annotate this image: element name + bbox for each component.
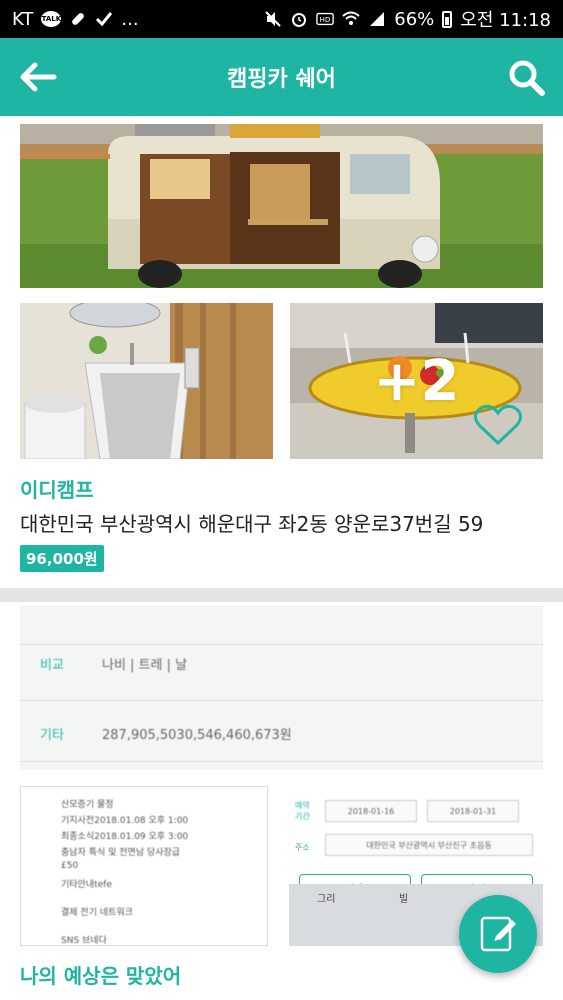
status-bar: KT TALK ... HD 66% 오전 11:18 bbox=[0, 0, 563, 38]
listing-photo-document[interactable]: 비교 나비 | 트레 | 날 기타 287,905,5030,546,460,6… bbox=[20, 606, 543, 770]
heart-outline-icon bbox=[474, 404, 522, 446]
alarm-icon bbox=[290, 10, 308, 28]
doc-label: 비교 bbox=[40, 658, 64, 673]
mute-icon bbox=[264, 10, 282, 28]
arrow-left-icon bbox=[20, 62, 57, 92]
listing-feed[interactable]: +2 이디캠프 대한민국 부산광역시 해운대구 좌2동 양운로37번길 59 9… bbox=[0, 116, 563, 1000]
form-date-from: 2018-01-16 bbox=[325, 800, 417, 822]
doc-line: 최종소식2018.01.09 오후 3:00 bbox=[61, 832, 189, 842]
doc-divider bbox=[20, 700, 543, 701]
talk-icon: TALK bbox=[41, 11, 62, 27]
card-divider bbox=[0, 588, 563, 602]
form-address-value: 대한민국 부산광역시 부산진구 초읍동 bbox=[325, 834, 533, 856]
battery-percent: 66% bbox=[394, 8, 435, 30]
form-date-label: 예약 기간 bbox=[295, 801, 310, 821]
listing-photo-table[interactable]: +2 bbox=[290, 303, 543, 459]
favorite-button[interactable] bbox=[473, 403, 523, 447]
listing-photo-bathroom[interactable] bbox=[20, 303, 273, 459]
kb-key: 그리 bbox=[317, 894, 336, 905]
form-date-to: 2018-01-31 bbox=[427, 800, 519, 822]
signal-icon bbox=[368, 10, 386, 28]
price-badge: 96,000원 bbox=[20, 545, 104, 572]
search-button[interactable] bbox=[507, 58, 547, 98]
doc-line: 기지사전2018.01.08 오후 1:00 bbox=[61, 816, 189, 826]
svg-text:HD: HD bbox=[320, 15, 331, 24]
doc-label: 기타 bbox=[40, 728, 64, 743]
clock: 오전 11:18 bbox=[460, 10, 551, 31]
doc-line: SNS 브네다 bbox=[61, 936, 107, 946]
wifi-icon bbox=[342, 10, 360, 28]
doc-line: 기타안내tefe bbox=[61, 880, 112, 890]
app-bar: 캠핑카 쉐어 bbox=[0, 38, 563, 116]
doc-value: 287,905,5030,546,460,673원 bbox=[102, 728, 292, 743]
kb-key: 빌 bbox=[399, 894, 409, 905]
battery-icon bbox=[442, 10, 453, 28]
overflow-indicator: ... bbox=[121, 8, 139, 30]
write-button[interactable] bbox=[459, 895, 537, 973]
doc-line: 결제 전기 네트워크 bbox=[61, 908, 133, 918]
doc-value: 나비 | 트레 | 날 bbox=[102, 658, 188, 673]
doc-divider bbox=[20, 761, 543, 762]
doc-divider bbox=[20, 644, 543, 645]
search-icon bbox=[509, 60, 545, 96]
write-icon bbox=[480, 916, 516, 952]
doc-line: 산모증기 물정 bbox=[61, 800, 114, 810]
pill-icon bbox=[69, 10, 87, 28]
page-title: 캠핑카 쉐어 bbox=[227, 67, 336, 92]
listing-photo-notes[interactable]: 산모증기 물정 기지사전2018.01.08 오후 1:00 최종소식2018.… bbox=[20, 786, 268, 946]
listing-title[interactable]: 나의 예상은 맞았어 bbox=[20, 960, 181, 989]
back-button[interactable] bbox=[18, 60, 58, 94]
listing-address: 대한민국 부산광역시 해운대구 좌2동 양운로37번길 59 bbox=[20, 512, 484, 536]
form-address-label: 주소 bbox=[295, 843, 310, 852]
shop-name[interactable]: 이디캠프 bbox=[20, 474, 94, 503]
doc-line: £50 bbox=[61, 861, 79, 871]
carrier-label: KT bbox=[12, 8, 34, 30]
listing-main-photo[interactable] bbox=[20, 124, 543, 288]
check-icon bbox=[95, 10, 113, 28]
hd-icon: HD bbox=[316, 10, 335, 28]
doc-line: 충남자 특식 및 전면남 당사장급 bbox=[61, 848, 181, 858]
